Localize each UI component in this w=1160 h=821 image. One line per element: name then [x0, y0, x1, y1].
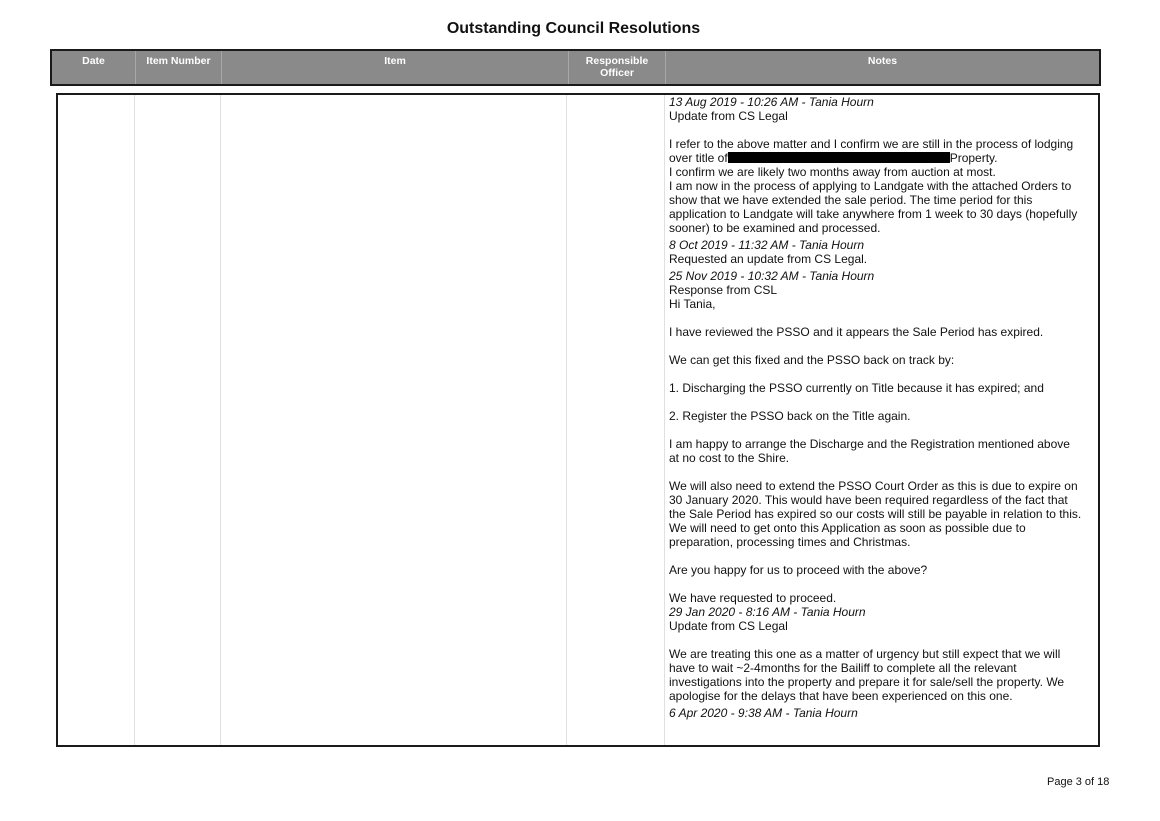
note-line: at no cost to the Shire. [669, 451, 790, 465]
note-line: Hi Tania, [669, 297, 716, 311]
note-heading: Update from CS Legal [669, 109, 788, 123]
col-header-responsible-line2: Officer [600, 67, 634, 79]
column-divider [566, 95, 567, 745]
col-header-notes: Notes [867, 55, 898, 67]
note-line: sooner) to be examined and processed. [669, 221, 881, 235]
note-timestamp: 6 Apr 2020 - 9:38 AM - Tania Hourn [669, 706, 858, 720]
column-divider [664, 95, 665, 745]
column-divider [220, 95, 221, 745]
note-line: I am happy to arrange the Discharge and … [669, 437, 1070, 451]
note-text: Property. [949, 151, 998, 165]
page-number: Page 3 of 18 [1047, 776, 1110, 788]
note-timestamp: 29 Jan 2020 - 8:16 AM - Tania Hourn [669, 605, 866, 619]
note-line: 1. Discharging the PSSO currently on Tit… [669, 381, 1044, 395]
note-line: Are you happy for us to proceed with the… [669, 563, 928, 577]
column-divider [134, 95, 135, 745]
col-header-responsible-officer: Responsible Officer [569, 51, 665, 84]
note-line: apologise for the delays that have been … [669, 689, 1013, 703]
note-line: I have reviewed the PSSO and it appears … [669, 325, 1044, 339]
note-timestamp: 8 Oct 2019 - 11:32 AM - Tania Hourn [669, 238, 864, 252]
page-title: Outstanding Council Resolutions [446, 20, 701, 37]
redaction-block [727, 152, 950, 163]
note-timestamp: 13 Aug 2019 - 10:26 AM - Tania Hourn [669, 95, 874, 109]
note-timestamp: 25 Nov 2019 - 10:32 AM - Tania Hourn [669, 269, 875, 283]
note-heading: Response from CSL [669, 283, 778, 297]
note-line: Requested an update from CS Legal. [669, 252, 868, 266]
note-line: preparation, processing times and Christ… [669, 535, 911, 549]
note-line: I am now in the process of applying to L… [669, 179, 1072, 193]
note-line: We are treating this one as a matter of … [669, 647, 1061, 661]
table-row: 13 Aug 2019 - 10:26 AM - Tania Hourn Upd… [56, 93, 1100, 747]
note-line: We can get this fixed and the PSSO back … [669, 353, 955, 367]
col-header-item-number: Item Number [146, 55, 211, 67]
note-text: over title of [669, 151, 728, 165]
notes-cell: 13 Aug 2019 - 10:26 AM - Tania Hourn Upd… [669, 95, 1098, 720]
col-header-responsible-line1: Responsible [585, 55, 649, 67]
note-line: We will need to get onto this Applicatio… [669, 521, 1026, 535]
note-line: I refer to the above matter and I confir… [669, 137, 1074, 151]
note-heading: Update from CS Legal [669, 619, 788, 633]
note-line: We will also need to extend the PSSO Cou… [669, 479, 1078, 493]
col-header-item: Item [384, 55, 406, 67]
table-header: Date Item Number Item Responsible Office… [50, 49, 1101, 86]
note-line: the Sale Period has expired so our costs… [669, 507, 1082, 521]
note-line: We have requested to proceed. [669, 591, 837, 605]
note-line: application to Landgate will take anywhe… [669, 207, 1078, 221]
note-line: 2. Register the PSSO back on the Title a… [669, 409, 911, 423]
note-line: have to wait ~2-4months for the Bailiff … [669, 661, 1017, 675]
note-line: investigations into the property and pre… [669, 675, 1065, 689]
note-line: show that we have extended the sale peri… [669, 193, 1033, 207]
note-line-redacted: over title of Property. [669, 151, 1098, 165]
col-header-date: Date [82, 55, 105, 67]
note-line: I confirm we are likely two months away … [669, 165, 996, 179]
note-line: 30 January 2020. This would have been re… [669, 493, 1068, 507]
